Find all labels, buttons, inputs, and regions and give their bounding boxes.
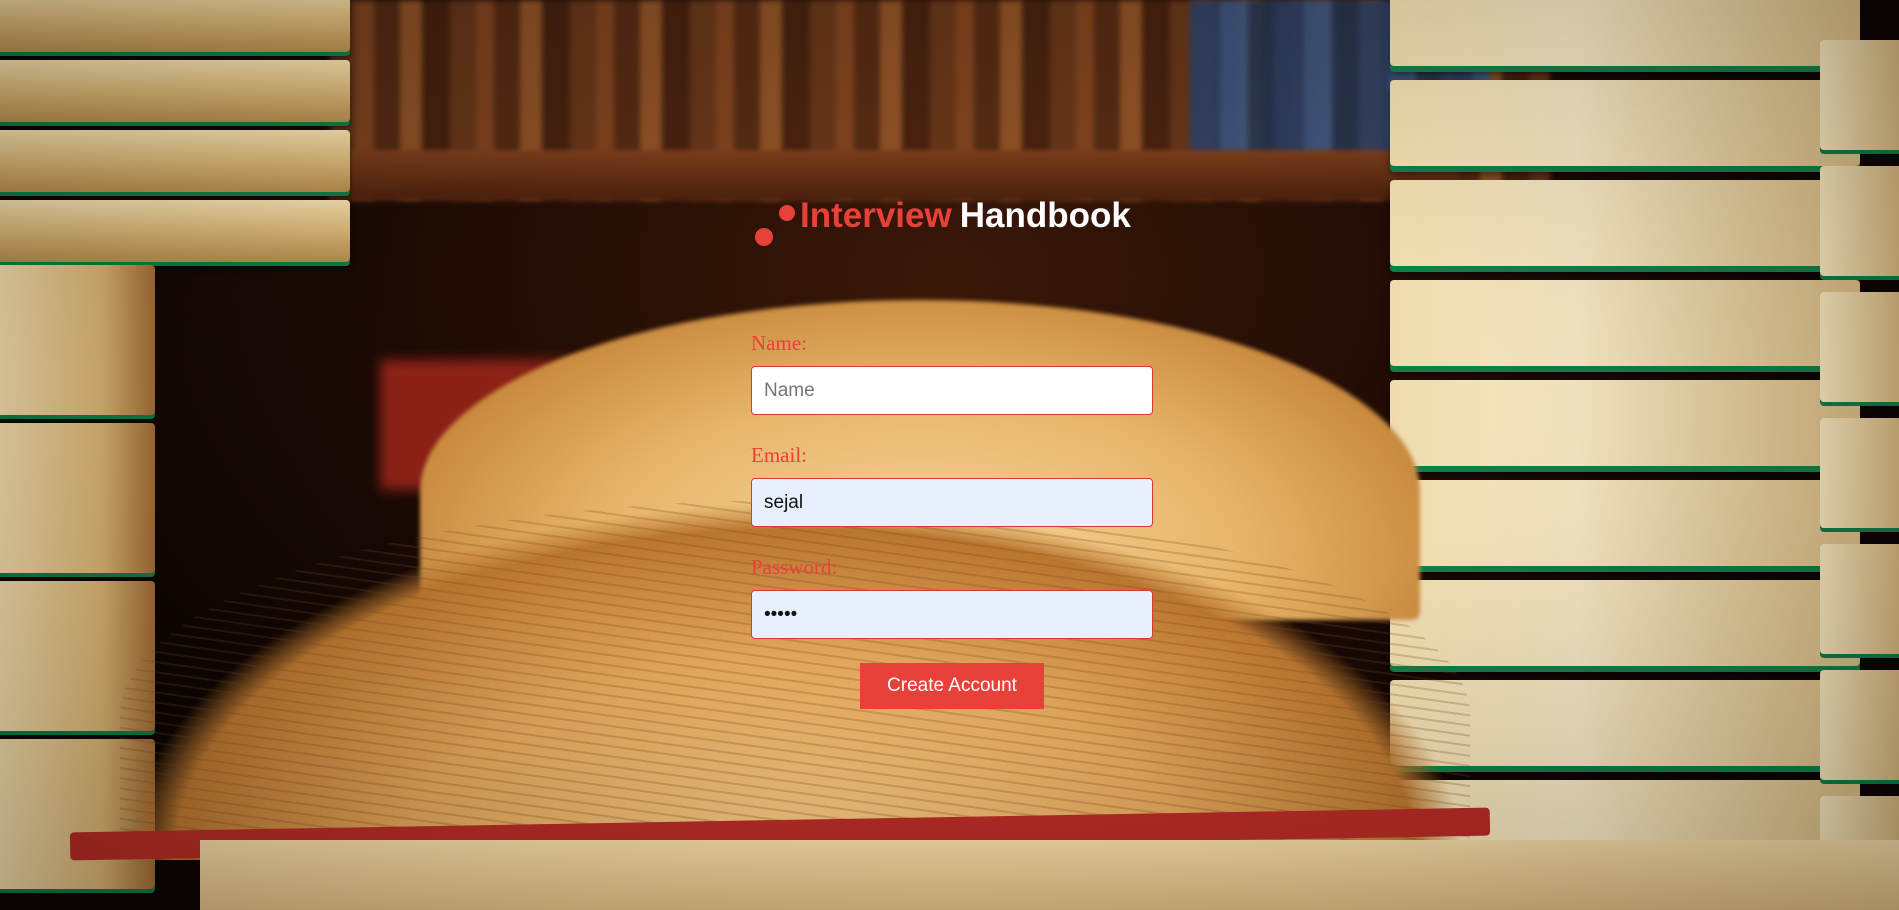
create-account-button[interactable]: Create Account [860, 663, 1044, 709]
logo-dot-icon [755, 228, 773, 246]
signup-form: Name: Email: Password: Create Account [751, 330, 1153, 709]
logo-word-handbook: Handbook [959, 196, 1131, 235]
name-label: Name: [751, 331, 807, 355]
submit-row: Create Account [751, 663, 1153, 709]
site-logo: Interview Handbook [755, 196, 1155, 250]
password-label: Password: [751, 555, 838, 579]
logo-dot-icon [779, 205, 795, 221]
logo-word-interview: Interview [800, 196, 952, 235]
logo-text: Interview Handbook [800, 196, 1131, 236]
password-input[interactable] [751, 590, 1153, 639]
email-input[interactable] [751, 478, 1153, 527]
email-label: Email: [751, 443, 807, 467]
name-input[interactable] [751, 366, 1153, 415]
